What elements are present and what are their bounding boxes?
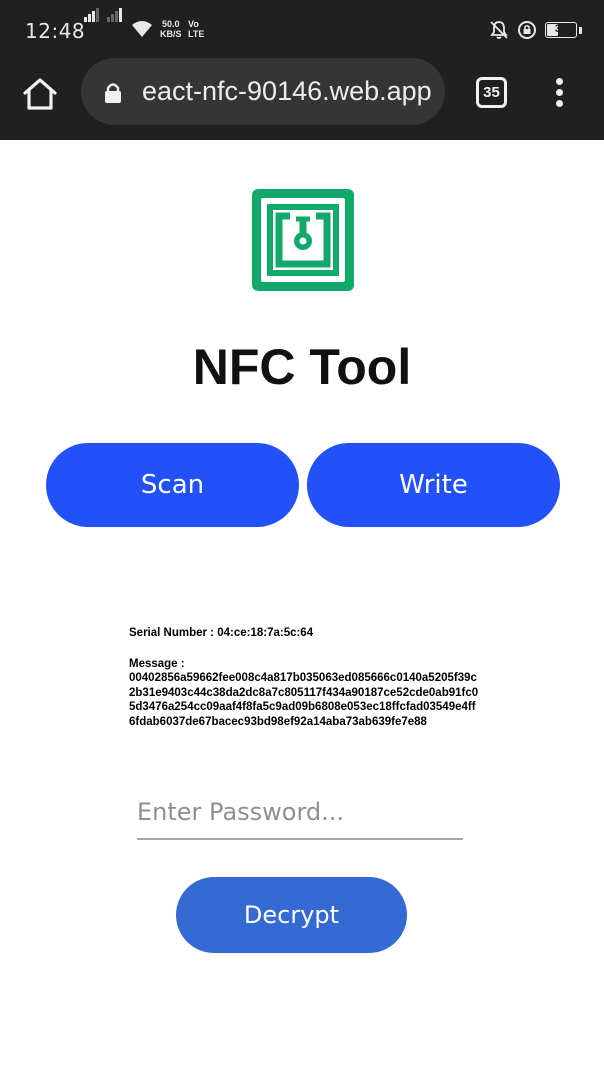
message-value: 00402856a59662fee008c4a817b035063ed08566… [129, 672, 479, 728]
volte-bottom: LTE [188, 29, 205, 39]
home-icon[interactable] [22, 76, 58, 112]
status-time: 12:48 [25, 19, 86, 43]
serial-number-line: Serial Number : 04:ce:18:7a:5c:64 [129, 626, 481, 641]
net-speed-value: 50.0 [161, 19, 180, 29]
net-speed: 50.0 KB/S [160, 19, 182, 39]
password-input[interactable] [137, 786, 463, 840]
battery-tip [579, 26, 582, 34]
page-title: NFC Tool [192, 339, 412, 395]
status-bar: 12:48 50.0 KB/S Vo LTE 38 [0, 0, 604, 58]
volte-top: Vo [188, 19, 199, 29]
message-label: Message : [129, 657, 185, 670]
data-saver-icon [518, 21, 536, 39]
more-menu-icon[interactable] [552, 78, 566, 108]
volte-indicator: Vo LTE [188, 19, 204, 39]
tag-info: Serial Number : 04:ce:18:7a:5c:64 Messag… [129, 626, 481, 729]
battery-icon: 38 [545, 22, 577, 38]
lock-icon [105, 83, 121, 103]
status-right-icons: 38 [489, 20, 582, 40]
browser-toolbar: eact-nfc-90146.web.app 35 [0, 58, 604, 140]
net-speed-unit: KB/S [160, 29, 182, 39]
tab-switcher-button[interactable]: 35 [476, 77, 507, 108]
wifi-icon [132, 21, 152, 37]
serial-number-label: Serial Number : [129, 627, 214, 639]
scan-button[interactable]: Scan [46, 443, 299, 527]
decrypt-button[interactable]: Decrypt [176, 877, 407, 953]
write-button[interactable]: Write [307, 443, 560, 527]
url-text: eact-nfc-90146.web.app [142, 76, 432, 106]
mute-bell-icon [490, 21, 508, 39]
nfc-logo-icon [252, 189, 354, 291]
url-bar[interactable]: eact-nfc-90146.web.app [81, 58, 445, 125]
battery-level: 38 [554, 23, 568, 35]
serial-number-value: 04:ce:18:7a:5c:64 [217, 627, 314, 639]
